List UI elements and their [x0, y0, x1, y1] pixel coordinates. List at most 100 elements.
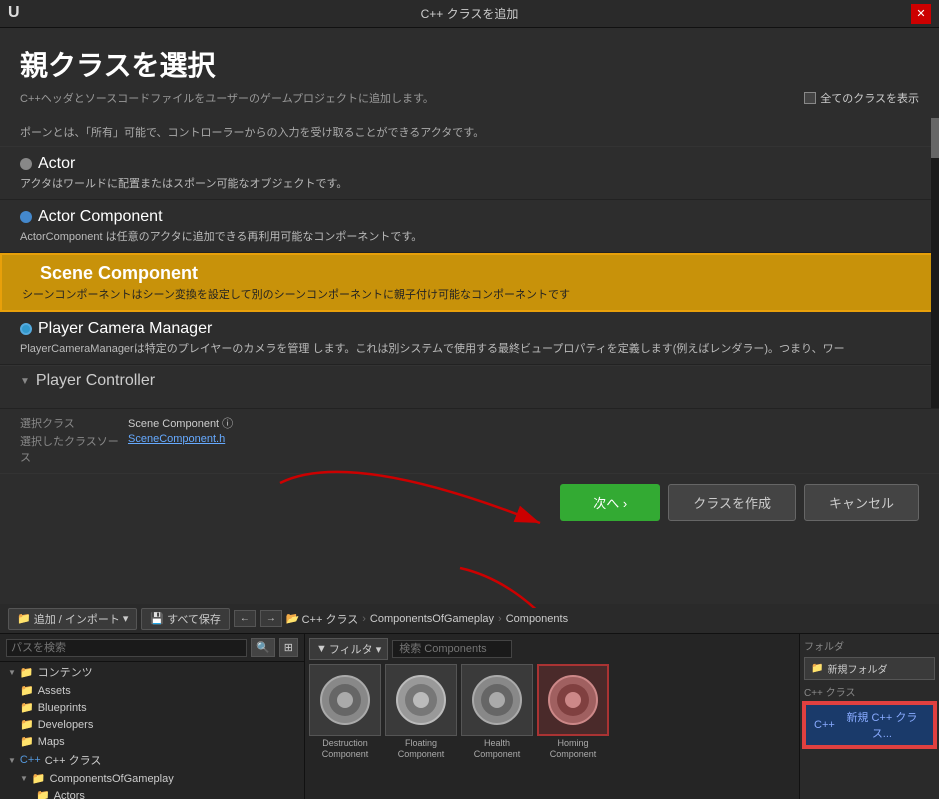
add-import-button[interactable]: 📁 追加 / インポート ▾: [8, 608, 137, 630]
window-title: C++ クラスを追加: [28, 5, 911, 22]
tree-cog-arrow-icon: ▼: [20, 774, 28, 783]
modal-subtitle: C++ヘッダとソースコードファイルをユーザーのゲームプロジェクトに追加します。: [20, 90, 434, 106]
class-list-container: ポーンとは、「所有」可能で、コントローラーからの入力を受け取ることができるアクタ…: [0, 118, 939, 408]
actor-dot-icon: [20, 158, 32, 170]
filter-button[interactable]: ▼ フィルタ ▾: [309, 638, 388, 660]
tree-item-blueprints[interactable]: 📁 Blueprints: [0, 699, 304, 716]
tree-item-actors[interactable]: 📁 Actors: [0, 787, 304, 799]
asset-item-destruction[interactable]: DestructionComponent: [309, 664, 381, 760]
close-button[interactable]: ✕: [911, 4, 931, 24]
destruction-component-icon: [317, 672, 373, 728]
asset-thumb-floating: [385, 664, 457, 736]
class-item-actor[interactable]: Actor アクタはワールドに配置またはスポーン可能なオブジェクトです。: [0, 147, 939, 200]
action-buttons: 次へ › クラスを作成 キャンセル: [0, 473, 939, 531]
class-item-player-controller[interactable]: ▼ Player Controller: [0, 365, 939, 394]
breadcrumb-components[interactable]: Components: [506, 613, 568, 625]
homing-component-icon: [545, 672, 601, 728]
selected-source-row: 選択したクラスソース SceneComponent.h: [20, 433, 919, 465]
search-bar: 🔍 ⊞: [0, 634, 304, 662]
cpp-icon: C++: [20, 754, 41, 766]
tree-label-blueprints: Blueprints: [38, 702, 87, 714]
class-item-scene-component[interactable]: Scene Component シーンコンポーネントはシーン変換を設定して別のシ…: [0, 253, 939, 312]
show-all-checkbox[interactable]: [804, 92, 816, 104]
class-item-camera-manager-desc: PlayerCameraManagerは特定のプレイヤーのカメラを管理 します。…: [20, 340, 919, 356]
show-all-classes-check[interactable]: 全てのクラスを表示: [804, 90, 919, 106]
cancel-button[interactable]: キャンセル: [804, 484, 919, 521]
selected-class-row: 選択クラス Scene Component ⓘ: [20, 415, 919, 431]
tree-item-content[interactable]: ▼ 📁 コンテンツ: [0, 662, 304, 682]
tree-label-cog: ComponentsOfGameplay: [50, 773, 174, 785]
tree-arrow-icon: ▼: [8, 668, 16, 677]
asset-grid: DestructionComponent FloatingComponent: [309, 664, 795, 760]
search-button[interactable]: 🔍: [251, 638, 275, 657]
asset-item-floating[interactable]: FloatingComponent: [385, 664, 457, 760]
class-item-player-camera-manager[interactable]: Player Camera Manager PlayerCameraManage…: [0, 312, 939, 365]
breadcrumb-cpp-class[interactable]: C++ クラス: [302, 611, 359, 627]
folder-section-label: フォルダ: [804, 638, 935, 653]
filter-icon: ▼: [316, 643, 327, 655]
asset-toolbar: ▼ フィルタ ▾: [309, 638, 795, 660]
app-logo: U: [8, 4, 28, 24]
nav-back-button[interactable]: ←: [234, 610, 256, 627]
save-icon: 💾: [150, 612, 164, 625]
asset-label-homing: HomingComponent: [537, 738, 609, 760]
class-item-actor-component-desc: ActorComponent は任意のアクタに追加できる再利用可能なコンポーネン…: [20, 228, 919, 244]
folder-icon: 📁: [36, 789, 50, 799]
breadcrumb-nav: 📂 C++ クラス › ComponentsOfGameplay › Compo…: [286, 611, 568, 627]
selected-source-label: 選択したクラスソース: [20, 433, 120, 465]
tree-label-developers: Developers: [38, 719, 94, 731]
grid-view-button[interactable]: ⊞: [279, 638, 298, 657]
path-search-input[interactable]: [6, 639, 247, 657]
health-component-icon: [469, 672, 525, 728]
modal-subtitle-row: C++ヘッダとソースコードファイルをユーザーのゲームプロジェクトに追加します。 …: [20, 90, 919, 106]
player-controller-label: Player Controller: [36, 372, 155, 390]
tree-item-assets[interactable]: 📁 Assets: [0, 682, 304, 699]
selected-source-link[interactable]: SceneComponent.h: [128, 433, 225, 465]
class-item-actor-component-name: Actor Component: [20, 208, 919, 226]
class-item-scene-component-desc: シーンコンポーネントはシーン変換を設定して別のシーンコンポーネントに親子付け可能…: [22, 286, 917, 302]
editor-area: 📁 追加 / インポート ▾ 💾 すべて保存 ← → 📂 C++ クラス › C…: [0, 604, 939, 799]
class-item-camera-manager-name: Player Camera Manager: [20, 320, 919, 338]
tree-item-cpp-class[interactable]: ▼ C++ C++ クラス: [0, 750, 304, 770]
show-all-label: 全てのクラスを表示: [820, 90, 919, 106]
modal-area: 親クラスを選択 C++ヘッダとソースコードファイルをユーザーのゲームプロジェクト…: [0, 28, 939, 604]
tree-label-maps: Maps: [38, 736, 65, 748]
content-tree: ▼ 📁 コンテンツ 📁 Assets 📁 Blueprints 📁 Develo…: [0, 662, 304, 799]
new-folder-button[interactable]: 📁 新規フォルダ: [804, 657, 935, 680]
breadcrumb-folder-icon: 📂: [286, 612, 300, 625]
breadcrumb-bar: 📁 追加 / インポート ▾ 💾 すべて保存 ← → 📂 C++ クラス › C…: [0, 604, 939, 634]
class-item-actor-component[interactable]: Actor Component ActorComponent は任意のアクタに追…: [0, 200, 939, 253]
create-class-button[interactable]: クラスを作成: [668, 484, 796, 521]
new-cpp-class-button[interactable]: C++ 新規 C++ クラス...: [804, 703, 935, 747]
folder-icon: 📁: [20, 684, 34, 697]
selected-info-bar: 選択クラス Scene Component ⓘ 選択したクラスソース Scene…: [0, 408, 939, 473]
scrollbar[interactable]: [931, 118, 939, 408]
tree-item-components-of-gameplay[interactable]: ▼ 📁 ComponentsOfGameplay: [0, 770, 304, 787]
next-button[interactable]: 次へ ›: [560, 484, 660, 521]
scroll-thumb[interactable]: [931, 118, 939, 158]
modal-main-title: 親クラスを選択: [20, 44, 919, 84]
selected-class-label: 選択クラス: [20, 415, 120, 431]
cpp-section-label: C++ クラス: [804, 684, 935, 699]
left-panel: 🔍 ⊞ ▼ 📁 コンテンツ 📁 Assets 📁 Blueprints: [0, 634, 305, 799]
save-all-button[interactable]: 💾 すべて保存: [141, 608, 230, 630]
selected-class-value: Scene Component ⓘ: [128, 415, 233, 431]
asset-item-health[interactable]: HealthComponent: [461, 664, 533, 760]
scene-component-dot-icon: [22, 268, 34, 280]
asset-search-input[interactable]: [392, 640, 512, 658]
player-controller-arrow-icon: ▼: [20, 376, 30, 387]
breadcrumb-components-of-gameplay[interactable]: ComponentsOfGameplay: [370, 613, 494, 625]
asset-item-homing[interactable]: HomingComponent: [537, 664, 609, 760]
nav-forward-button[interactable]: →: [260, 610, 282, 627]
tree-item-maps[interactable]: 📁 Maps: [0, 733, 304, 750]
class-item-scene-component-name: Scene Component: [22, 263, 917, 284]
tree-item-developers[interactable]: 📁 Developers: [0, 716, 304, 733]
right-panel: ▼ フィルタ ▾ DestructionComponent: [305, 634, 799, 799]
plus-icon: 📁: [17, 612, 31, 625]
asset-label-floating: FloatingComponent: [385, 738, 457, 760]
actor-component-dot-icon: [20, 211, 32, 223]
class-item-actor-desc: アクタはワールドに配置またはスポーン可能なオブジェクトです。: [20, 175, 919, 191]
asset-thumb-destruction: [309, 664, 381, 736]
folder-icon: 📁: [20, 666, 34, 679]
folder-panel: フォルダ 📁 新規フォルダ C++ クラス C++ 新規 C++ クラス...: [799, 634, 939, 799]
